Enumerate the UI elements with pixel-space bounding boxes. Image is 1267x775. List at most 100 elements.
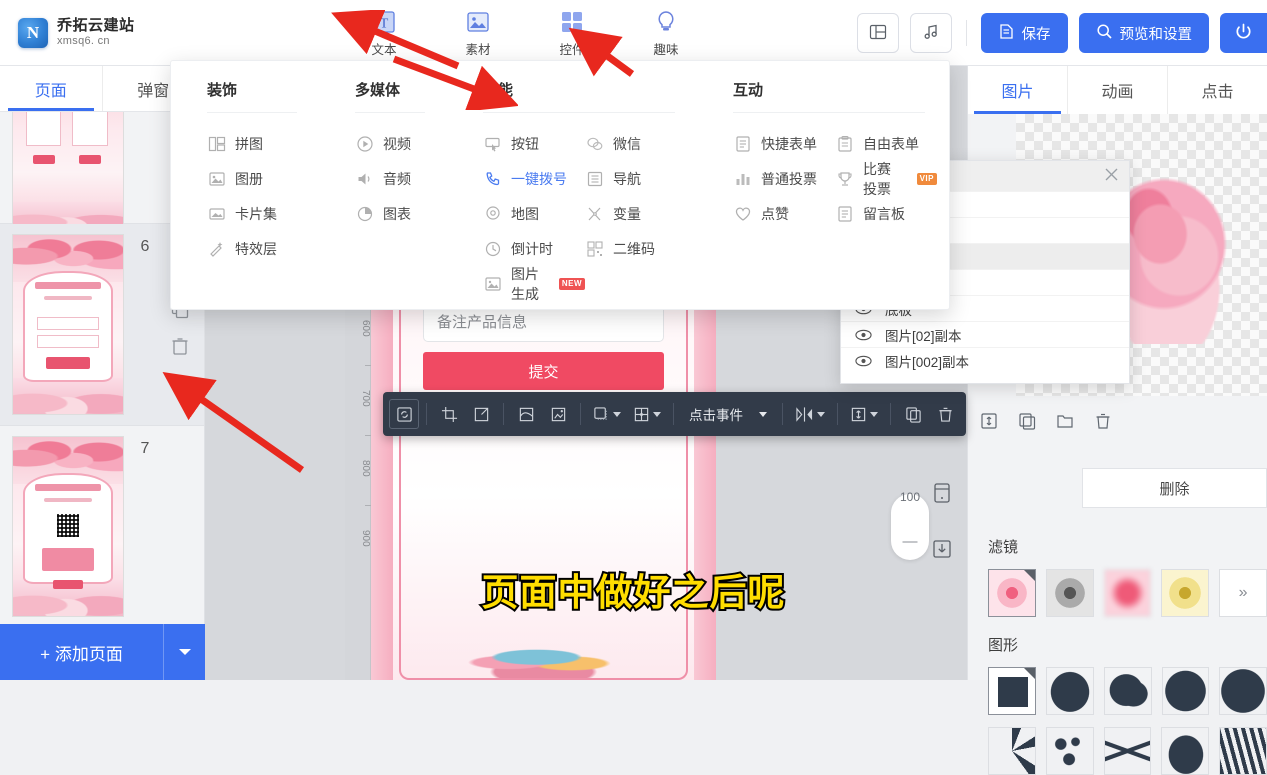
delete-button[interactable]: 删除 <box>1082 468 1267 508</box>
menu-item-one-click-dial[interactable]: 一键拨号 <box>483 162 585 196</box>
menu-item-quick-form[interactable]: 快捷表单 <box>733 127 835 161</box>
add-page-dropdown-arrow[interactable] <box>163 624 205 680</box>
menu-item-chart[interactable]: 图表 <box>355 197 437 231</box>
menu-item-card-set[interactable]: 卡片集 <box>207 197 309 231</box>
menu-item-free-form[interactable]: 自由表单 <box>835 127 937 161</box>
duplicate-icon[interactable] <box>898 399 928 429</box>
shape-square[interactable] <box>988 667 1036 715</box>
menu-item-label: 倒计时 <box>511 239 553 259</box>
tab-click[interactable]: 点击 <box>1167 66 1267 114</box>
menu-item-countdown[interactable]: 倒计时 <box>483 232 585 266</box>
menu-item-like[interactable]: 点赞 <box>733 197 835 231</box>
chevron-down-icon[interactable] <box>870 412 878 417</box>
menu-column-title: 装饰 <box>207 79 309 100</box>
replace-image-icon[interactable] <box>389 399 419 429</box>
shape-thumbnails-row1 <box>988 667 1267 715</box>
trash-icon[interactable] <box>1093 411 1113 434</box>
eye-icon[interactable] <box>841 355 885 367</box>
music-button[interactable] <box>910 13 952 53</box>
shape-blob-1[interactable] <box>1162 667 1210 715</box>
menu-item-button[interactable]: 按钮 <box>483 127 585 161</box>
chevron-down-icon[interactable] <box>817 412 825 417</box>
page-thumbnail[interactable] <box>12 112 124 232</box>
thumb-submit <box>46 357 90 370</box>
folder-icon[interactable] <box>1055 411 1075 434</box>
toolbar-label-material: 素材 <box>450 39 506 58</box>
shape-brush-2[interactable] <box>1104 667 1152 715</box>
menu-item-navigation[interactable]: 导航 <box>585 162 687 196</box>
menu-item-variable[interactable]: 变量 <box>585 197 687 231</box>
tab-image[interactable]: 图片 <box>968 66 1067 114</box>
menu-item-album[interactable]: 图册 <box>207 162 309 196</box>
add-page-label-wrap: + 添加页面 <box>0 640 163 665</box>
menu-item-audio[interactable]: 音频 <box>355 162 437 196</box>
add-page-button[interactable]: + 添加页面 <box>0 624 205 680</box>
shape-brush-1[interactable] <box>1046 667 1094 715</box>
close-icon[interactable] <box>1104 167 1119 185</box>
menu-item-label: 特效层 <box>235 239 277 259</box>
page-thumb-art <box>13 235 123 414</box>
shape-blob-2[interactable] <box>1219 667 1267 715</box>
shape-grass[interactable] <box>1104 727 1152 775</box>
menu-item-qrcode[interactable]: 二维码 <box>585 232 687 266</box>
menu-item-normal-vote[interactable]: 普通投票 <box>733 162 835 196</box>
menu-item-contest-vote[interactable]: 比赛投票 VIP <box>835 162 937 196</box>
align-icon[interactable] <box>628 399 666 429</box>
fit-icon[interactable] <box>466 399 496 429</box>
chevron-down-icon[interactable] <box>759 412 767 417</box>
click-event-dropdown[interactable]: 点击事件 <box>681 404 775 424</box>
shape-burst[interactable] <box>988 727 1036 775</box>
menu-item-video[interactable]: 视频 <box>355 127 437 161</box>
menu-item-image-generate[interactable]: 图片生成 NEW <box>483 267 585 301</box>
shape-ink[interactable] <box>1161 727 1209 775</box>
menu-item-label: 一键拨号 <box>511 169 567 189</box>
device-frame-icon[interactable] <box>925 476 959 510</box>
submit-button[interactable]: 提交 <box>423 352 664 390</box>
preview-settings-button[interactable]: 预览和设置 <box>1079 13 1210 53</box>
save-label: 保存 <box>1022 23 1051 44</box>
logo-domain: xmsq6. cn <box>57 35 135 47</box>
download-icon[interactable] <box>925 532 959 566</box>
ruler-tick: 800 <box>345 438 371 498</box>
chevron-down-icon[interactable] <box>613 412 621 417</box>
eye-icon[interactable] <box>841 329 885 341</box>
shadow-icon[interactable] <box>588 399 626 429</box>
toolbar-item-fun[interactable]: 趣味 <box>638 7 694 58</box>
page-delete-icon[interactable] <box>170 336 190 356</box>
layer-order-icon[interactable] <box>845 399 883 429</box>
toolbar-item-text[interactable]: T 文本 <box>356 7 412 58</box>
layer-row[interactable]: 图片[02]副本 <box>841 321 1129 347</box>
chevron-down-icon[interactable] <box>653 412 661 417</box>
crop-icon[interactable] <box>434 399 464 429</box>
music-note-icon <box>922 23 940 44</box>
preview-label: 预览和设置 <box>1120 23 1193 44</box>
menu-item-wechat[interactable]: 微信 <box>585 127 687 161</box>
mask-icon[interactable] <box>511 399 541 429</box>
effect-icon[interactable] <box>543 399 573 429</box>
resize-icon[interactable] <box>979 411 999 434</box>
form-icon <box>733 135 752 154</box>
zoom-minus-icon[interactable]: — <box>903 533 918 550</box>
tab-animation[interactable]: 动画 <box>1067 66 1167 114</box>
menu-item-effect-layer[interactable]: 特效层 <box>207 232 309 266</box>
flip-icon[interactable] <box>790 399 830 429</box>
delete-icon[interactable] <box>930 399 960 429</box>
toolbar-label-text: 文本 <box>356 39 412 58</box>
shape-splat[interactable] <box>1046 727 1094 775</box>
toolbar-item-widget[interactable]: 控件 <box>544 7 600 58</box>
layout-button[interactable] <box>857 13 899 53</box>
logo[interactable]: N 乔拓云建站 xmsq6. cn <box>18 18 248 48</box>
copy-icon[interactable] <box>1017 411 1037 434</box>
toolbar-item-material[interactable]: 素材 <box>450 7 506 58</box>
menu-item-puzzle[interactable]: 拼图 <box>207 127 309 161</box>
menu-item-message-board[interactable]: 留言板 <box>835 197 937 231</box>
tab-pages[interactable]: 页面 <box>0 66 102 111</box>
toolbar-label-widget: 控件 <box>544 39 600 58</box>
layer-row[interactable]: 图片[002]副本 <box>841 347 1129 373</box>
menu-item-label: 图表 <box>383 204 411 224</box>
menu-item-map[interactable]: 地图 <box>483 197 585 231</box>
save-button[interactable]: 保存 <box>981 13 1068 53</box>
exit-power-button[interactable] <box>1220 13 1267 53</box>
page-thumbnail[interactable] <box>12 234 124 415</box>
shape-stroke[interactable] <box>1219 727 1267 775</box>
